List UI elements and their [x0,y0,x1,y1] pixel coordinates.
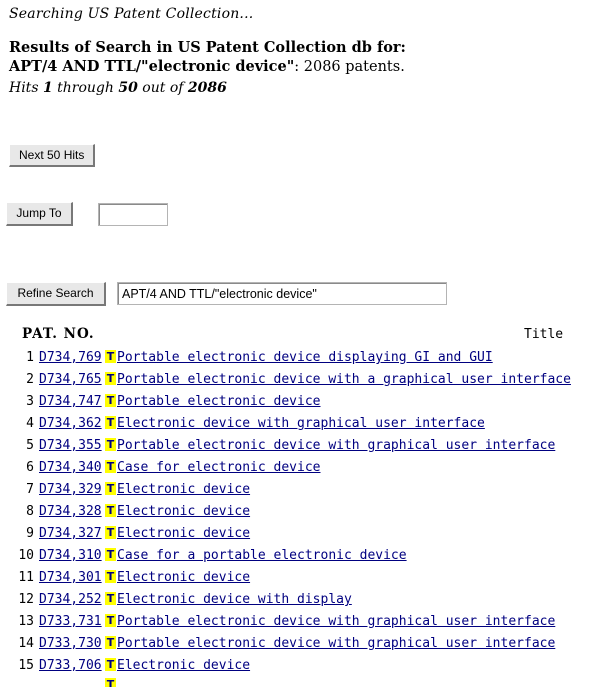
row-index: 3 [26,394,34,409]
query-expression: APT/4 AND TTL/"electronic device" [9,58,295,75]
patent-title-link[interactable]: Electronic device with display [117,592,352,607]
row-index: 14 [18,636,34,651]
results-table-body: 1 D734,769 T Portable electronic device dis… [0,347,596,687]
hits-prefix: Hits [9,80,43,96]
table-row: 10 D734,310 T Case for a portable electroni… [0,545,596,567]
text-document-icon[interactable]: T [105,658,116,671]
text-document-icon[interactable]: T [105,636,116,649]
text-document-icon[interactable]: T [105,548,116,561]
row-index: 10 [18,548,34,563]
patent-number-link[interactable]: D734,355 [39,438,102,453]
hits-mid: through [52,80,119,96]
table-row: 3 D734,747 T Portable electronic device [0,391,596,413]
hits-to: 50 [118,80,138,96]
text-document-icon[interactable]: T [105,372,116,385]
refine-search-input[interactable] [117,282,447,305]
patent-title-link[interactable]: Case for electronic device [117,460,321,475]
table-row: 2 D734,765 T Portable electronic device wit… [0,369,596,391]
results-heading: Results of Search in US Patent Collectio… [9,39,406,56]
patent-title-link[interactable]: Portable electronic device displaying GI… [117,350,493,365]
patent-title-link[interactable]: Electronic device [117,570,250,585]
refine-search-button[interactable]: Refine Search [6,282,106,306]
text-document-icon[interactable]: T [105,350,116,363]
column-header-title: Title [524,327,564,342]
row-index: 5 [26,438,34,453]
jump-to-input[interactable] [98,203,168,226]
table-row: 7 D734,329 T Electronic device [0,479,596,501]
text-document-icon[interactable]: T [105,482,116,495]
text-document-icon[interactable]: T [105,438,116,451]
patent-number-link[interactable]: D734,252 [39,592,102,607]
patent-title-link[interactable]: Electronic device with graphical user in… [117,416,485,431]
patent-title-link[interactable]: Electronic device [117,658,250,673]
row-index: 1 [26,350,34,365]
table-row: 15 D733,706 T Electronic device [0,655,596,677]
hits-from: 1 [42,80,53,96]
patent-title-link[interactable]: Case for a portable electronic device [117,548,407,563]
query-summary-line: APT/4 AND TTL/"electronic device": 2086 … [9,57,405,77]
patent-number-link[interactable]: D734,765 [39,372,102,387]
row-index: 7 [26,482,34,497]
column-header-patent-number: PAT. NO. [22,326,95,342]
text-document-icon[interactable]: T [105,504,116,517]
patent-number-link[interactable]: D733,731 [39,614,102,629]
text-document-icon[interactable]: T [105,570,116,583]
patent-number-link[interactable]: D734,769 [39,350,102,365]
row-index: 13 [18,614,34,629]
table-row: 5 D734,355 T Portable electronic device wit… [0,435,596,457]
patent-title-link[interactable]: Portable electronic device with graphica… [117,636,555,651]
patent-number-link[interactable]: D734,362 [39,416,102,431]
hits-total: 2086 [187,80,227,96]
text-document-icon[interactable]: T [105,460,116,473]
patent-title-link[interactable]: Portable electronic device with graphica… [117,614,555,629]
table-row: 11 D734,301 T Electronic device [0,567,596,589]
searching-status-text: Searching US Patent Collection... [9,6,254,22]
patent-number-link[interactable]: D733,706 [39,658,102,673]
text-document-icon[interactable]: T [105,416,116,429]
patent-number-link[interactable]: D734,327 [39,526,102,541]
patent-number-link[interactable]: D734,329 [39,482,102,497]
table-row: 8 D734,328 T Electronic device [0,501,596,523]
patent-number-link[interactable]: D734,310 [39,548,102,563]
table-row: T [0,677,596,687]
patent-number-link[interactable]: D734,301 [39,570,102,585]
table-row: 4 D734,362 T Electronic device with graphic… [0,413,596,435]
patent-number-link[interactable]: D733,730 [39,636,102,651]
row-index: 12 [18,592,34,607]
table-row: 9 D734,327 T Electronic device [0,523,596,545]
row-index: 4 [26,416,34,431]
table-row: 13 D733,731 T Portable electronic device wi… [0,611,596,633]
text-document-icon[interactable]: T [105,394,116,407]
text-document-icon[interactable]: T [105,678,116,687]
text-document-icon[interactable]: T [105,614,116,627]
patent-title-link[interactable]: Electronic device [117,482,250,497]
text-document-icon[interactable]: T [105,526,116,539]
text-document-icon[interactable]: T [105,592,116,605]
patent-title-link[interactable]: Electronic device [117,526,250,541]
patent-title-link[interactable]: Electronic device [117,504,250,519]
results-table-header: PAT. NO. Title [0,326,596,346]
patent-title-link[interactable]: Portable electronic device [117,394,321,409]
row-index: 8 [26,504,34,519]
table-row: 14 D733,730 T Portable electronic device wi… [0,633,596,655]
row-index: 9 [26,526,34,541]
search-results-page: Searching US Patent Collection... Result… [0,0,596,687]
row-index: 15 [18,658,34,673]
table-row: 6 D734,340 T Case for electronic device [0,457,596,479]
row-index: 6 [26,460,34,475]
table-row: 1 D734,769 T Portable electronic device dis… [0,347,596,369]
jump-to-button[interactable]: Jump To [6,202,73,226]
patent-number-link[interactable]: D734,747 [39,394,102,409]
next-50-hits-button[interactable]: Next 50 Hits [9,144,95,167]
patent-number-link[interactable]: D734,328 [39,504,102,519]
query-patent-count: : 2086 patents. [294,59,405,75]
row-index: 11 [18,570,34,585]
patent-number-link[interactable]: D734,340 [39,460,102,475]
patent-title-link[interactable]: Portable electronic device with a graphi… [117,372,571,387]
hits-range-line: Hits 1 through 50 out of 2086 [9,79,227,97]
hits-outof: out of [137,80,188,96]
patent-title-link[interactable]: Portable electronic device with graphica… [117,438,555,453]
table-row: 12 D734,252 T Electronic device with displa… [0,589,596,611]
row-index: 2 [26,372,34,387]
